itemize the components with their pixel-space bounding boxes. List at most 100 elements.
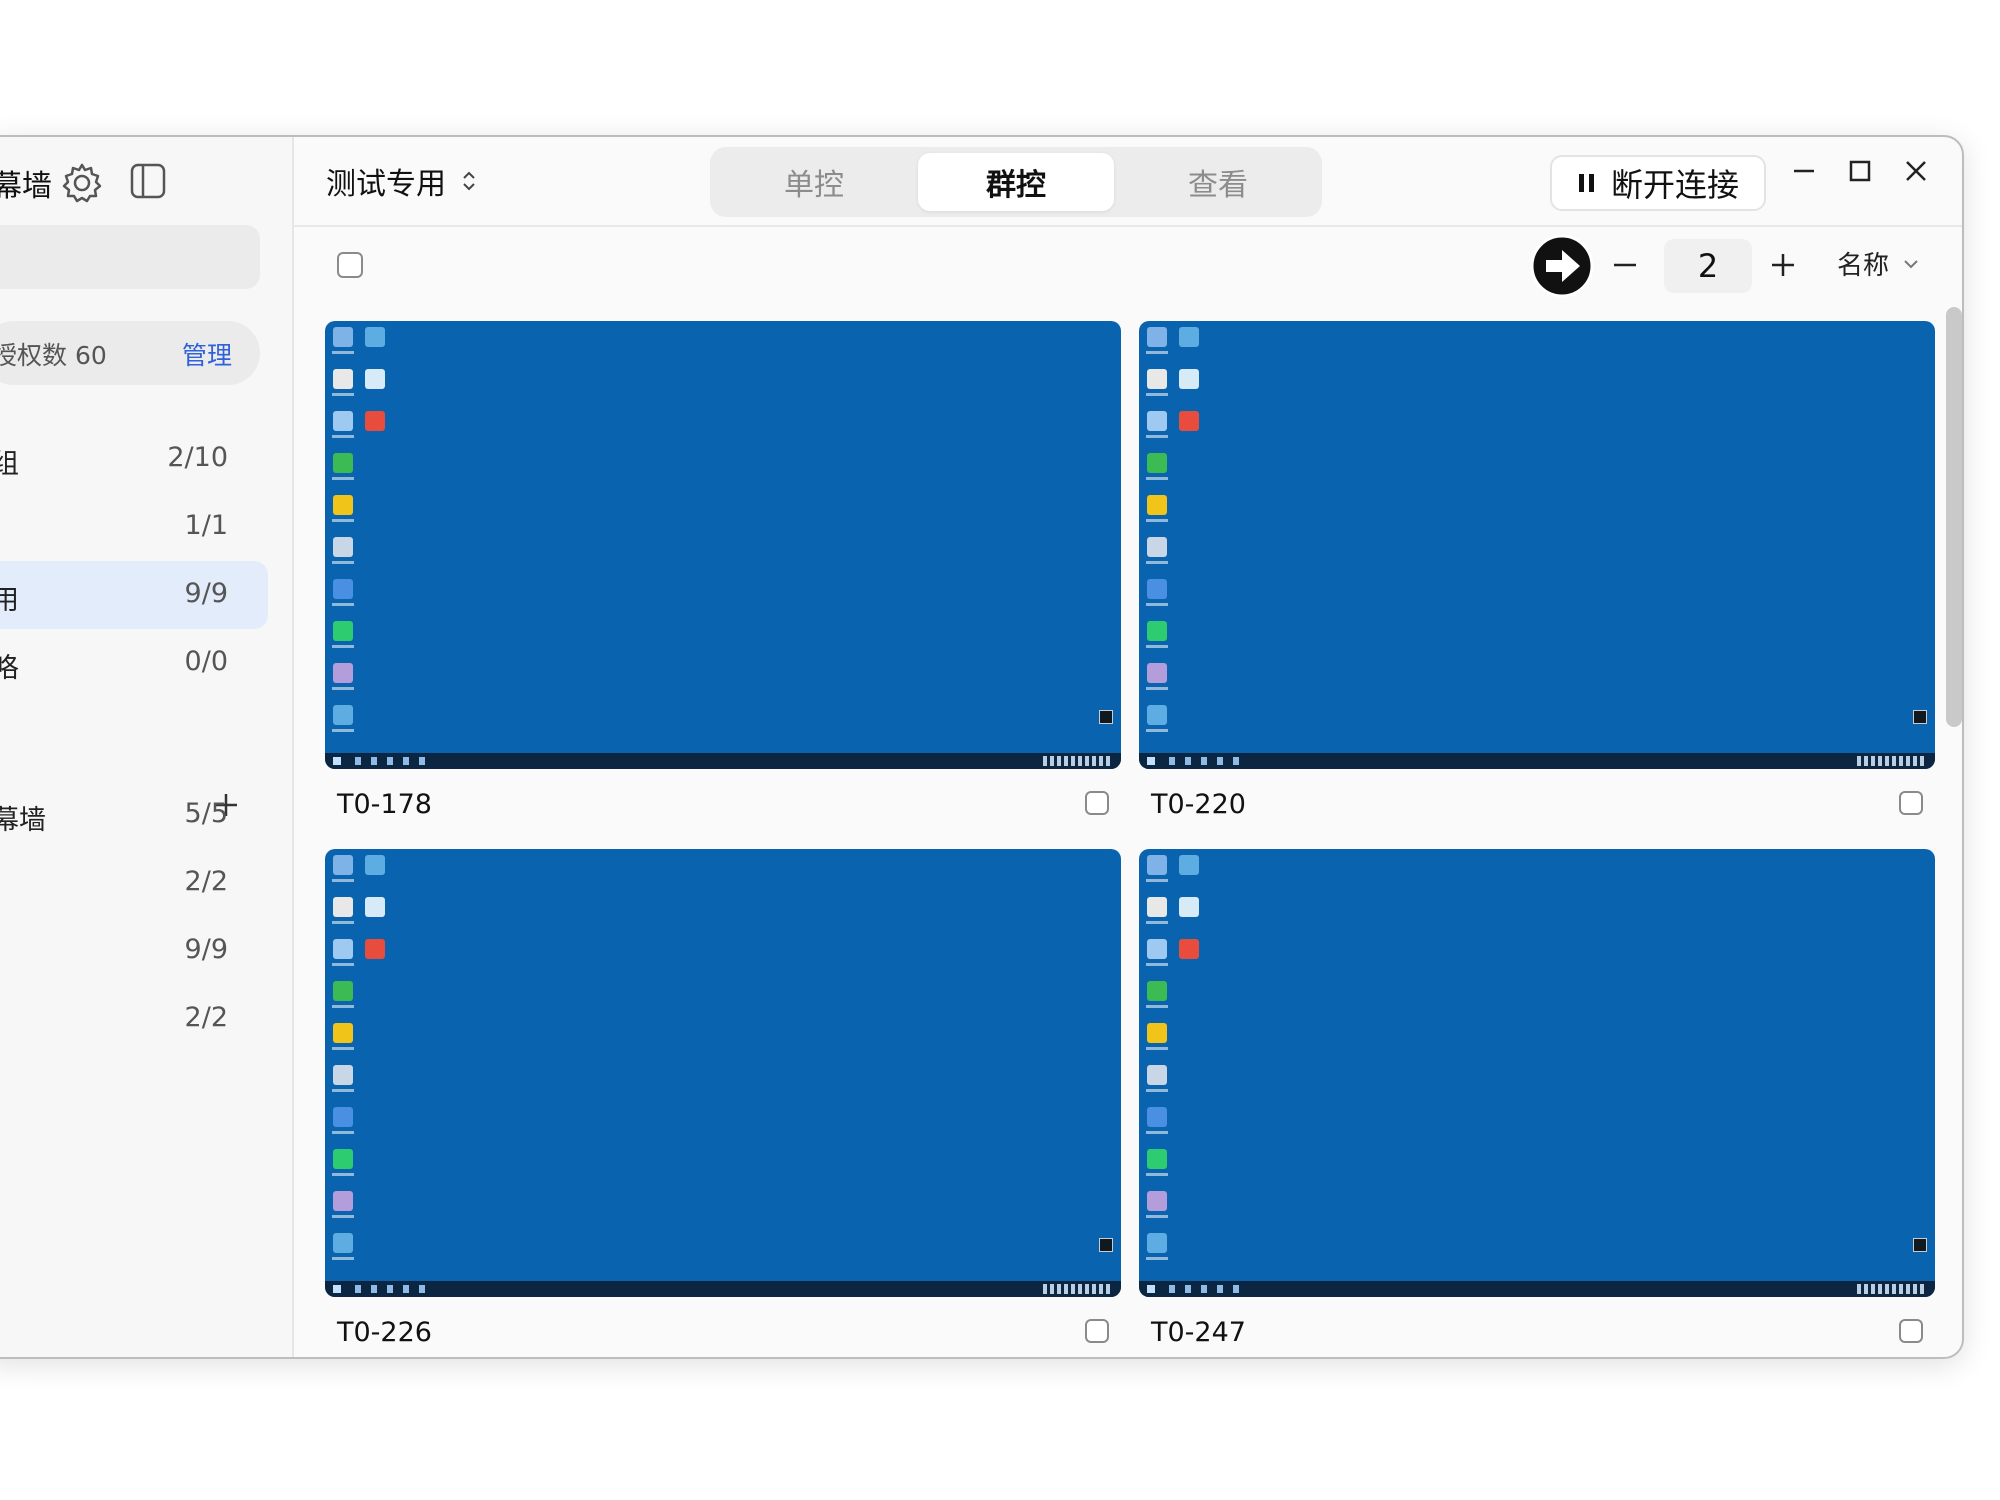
desktop-shortcut-caption — [332, 561, 354, 564]
taskbar — [1139, 1281, 1935, 1297]
desktop-shortcut-icon — [1147, 1023, 1167, 1043]
desktop-shortcut-caption — [332, 1131, 354, 1134]
desktop-shortcut-caption — [1146, 351, 1168, 354]
group-name: 测试专用 — [326, 167, 446, 202]
scrollbar[interactable] — [1946, 307, 1962, 727]
close-icon[interactable] — [1896, 151, 1936, 191]
disconnect-button[interactable]: 断开连接 — [1550, 155, 1766, 211]
device-card: T0-247 — [1139, 849, 1935, 1357]
desktop-shortcut-icon — [1179, 855, 1199, 875]
device-checkbox[interactable] — [1085, 1319, 1109, 1343]
sidebar-item-count: 9/9 — [184, 578, 228, 609]
desktop-shortcut-icon — [1179, 897, 1199, 917]
device-name: T0-178 — [337, 789, 432, 820]
manage-link[interactable]: 管理 — [182, 336, 232, 372]
desktop-shortcut-caption — [1146, 1005, 1168, 1008]
device-screen[interactable] — [1139, 849, 1935, 1297]
remote-badge-icon — [1913, 1238, 1927, 1252]
desktop-shortcut-caption — [332, 393, 354, 396]
disconnect-label: 断开连接 — [1610, 166, 1739, 204]
desktop-shortcut-caption — [1146, 1131, 1168, 1134]
device-card: T0-220 — [1139, 321, 1935, 831]
desktop-shortcut-icon — [333, 1107, 353, 1127]
search-input[interactable] — [0, 225, 260, 289]
desktop-shortcut-caption — [332, 351, 354, 354]
desktop-shortcut-icon — [365, 411, 385, 431]
sidebar-item[interactable]: 组 2/10 — [0, 425, 268, 493]
desktop-shortcut-icon — [1147, 1065, 1167, 1085]
tab-single-control[interactable]: 单控 — [716, 153, 912, 211]
sidebar-item[interactable]: 2/2 — [0, 985, 268, 1053]
sidebar-toggle-icon[interactable] — [128, 161, 168, 201]
desktop-shortcut-icon — [333, 579, 353, 599]
arrow-right-icon[interactable] — [1530, 234, 1594, 298]
desktop-shortcut-icon — [1147, 579, 1167, 599]
sidebar-section-header — [0, 709, 268, 777]
desktop-shortcut-icon — [1147, 1191, 1167, 1211]
tab-group-control[interactable]: 群控 — [918, 153, 1114, 211]
desktop-shortcut-caption — [332, 435, 354, 438]
desktop-shortcut-icon — [1147, 855, 1167, 875]
desktop-shortcut-icon — [365, 855, 385, 875]
device-checkbox[interactable] — [1899, 1319, 1923, 1343]
select-all-checkbox[interactable] — [337, 252, 363, 278]
device-checkbox[interactable] — [1899, 791, 1923, 815]
maximize-icon[interactable] — [1840, 151, 1880, 191]
device-card: T0-226 — [325, 849, 1121, 1357]
desktop-shortcut-icon — [333, 1023, 353, 1043]
desktop-shortcut-icon — [1147, 1107, 1167, 1127]
sidebar-item[interactable]: 9/9 — [0, 917, 268, 985]
desktop-shortcut-icon — [333, 897, 353, 917]
device-name: T0-247 — [1151, 1317, 1246, 1348]
desktop-shortcut-icon — [1147, 897, 1167, 917]
minimize-icon[interactable] — [1784, 151, 1824, 191]
desktop-shortcut-caption — [1146, 879, 1168, 882]
sort-dropdown[interactable]: 名称 — [1837, 245, 1919, 282]
desktop-shortcut-caption — [1146, 1089, 1168, 1092]
sidebar-item-count: 2/2 — [184, 866, 228, 897]
desktop-shortcut-caption — [1146, 1173, 1168, 1176]
device-name: T0-220 — [1151, 789, 1246, 820]
desktop-shortcut-caption — [1146, 1215, 1168, 1218]
license-panel: 授权数 60 管理 — [0, 321, 260, 385]
chevron-down-icon — [1904, 259, 1918, 268]
device-screen[interactable] — [1139, 321, 1935, 769]
desktop-shortcut-caption — [1146, 963, 1168, 966]
desktop-shortcut-icon — [365, 897, 385, 917]
sidebar-item-count: 1/1 — [184, 510, 228, 541]
desktop-shortcut-icon — [333, 663, 353, 683]
group-selector[interactable]: 测试专用 — [326, 159, 478, 203]
sidebar-item[interactable]: 咯 0/0 — [0, 629, 268, 697]
sidebar-item[interactable]: 1/1 — [0, 493, 268, 561]
desktop-shortcut-caption — [1146, 393, 1168, 396]
desktop-shortcut-icon — [333, 537, 353, 557]
sidebar-item[interactable]: 2/2 — [0, 849, 268, 917]
desktop-shortcut-icon — [1147, 453, 1167, 473]
increase-columns-button[interactable] — [1768, 250, 1798, 280]
desktop-shortcut-icon — [1147, 705, 1167, 725]
taskbar — [325, 1281, 1121, 1297]
desktop-shortcut-caption — [1146, 1047, 1168, 1050]
desktop-shortcut-icon — [333, 495, 353, 515]
sidebar-item-count: 0/0 — [184, 646, 228, 677]
desktop-shortcut-caption — [332, 729, 354, 732]
remote-badge-icon — [1913, 710, 1927, 724]
desktop-shortcut-caption — [1146, 603, 1168, 606]
device-screen[interactable] — [325, 849, 1121, 1297]
desktop-shortcut-caption — [332, 1005, 354, 1008]
decrease-columns-button[interactable] — [1610, 250, 1640, 280]
desktop-shortcut-caption — [332, 1215, 354, 1218]
device-screen[interactable] — [325, 321, 1121, 769]
sidebar-item-label: 用 — [0, 578, 19, 617]
desktop-shortcut-caption — [1146, 645, 1168, 648]
desktop-shortcut-icon — [1147, 369, 1167, 389]
sidebar-item-active[interactable]: 用 9/9 — [0, 561, 268, 629]
sidebar-item[interactable]: 幕墙 5/5 — [0, 781, 268, 849]
sort-label: 名称 — [1837, 251, 1890, 281]
app-window: 幕墙 授权数 60 管理 组 2/10 1/1 用 9/9 咯 0/0 — [0, 135, 1964, 1359]
gear-icon[interactable] — [60, 161, 104, 205]
desktop-shortcut-caption — [332, 921, 354, 924]
tab-view[interactable]: 查看 — [1120, 153, 1316, 211]
device-checkbox[interactable] — [1085, 791, 1109, 815]
desktop-shortcut-caption — [1146, 519, 1168, 522]
